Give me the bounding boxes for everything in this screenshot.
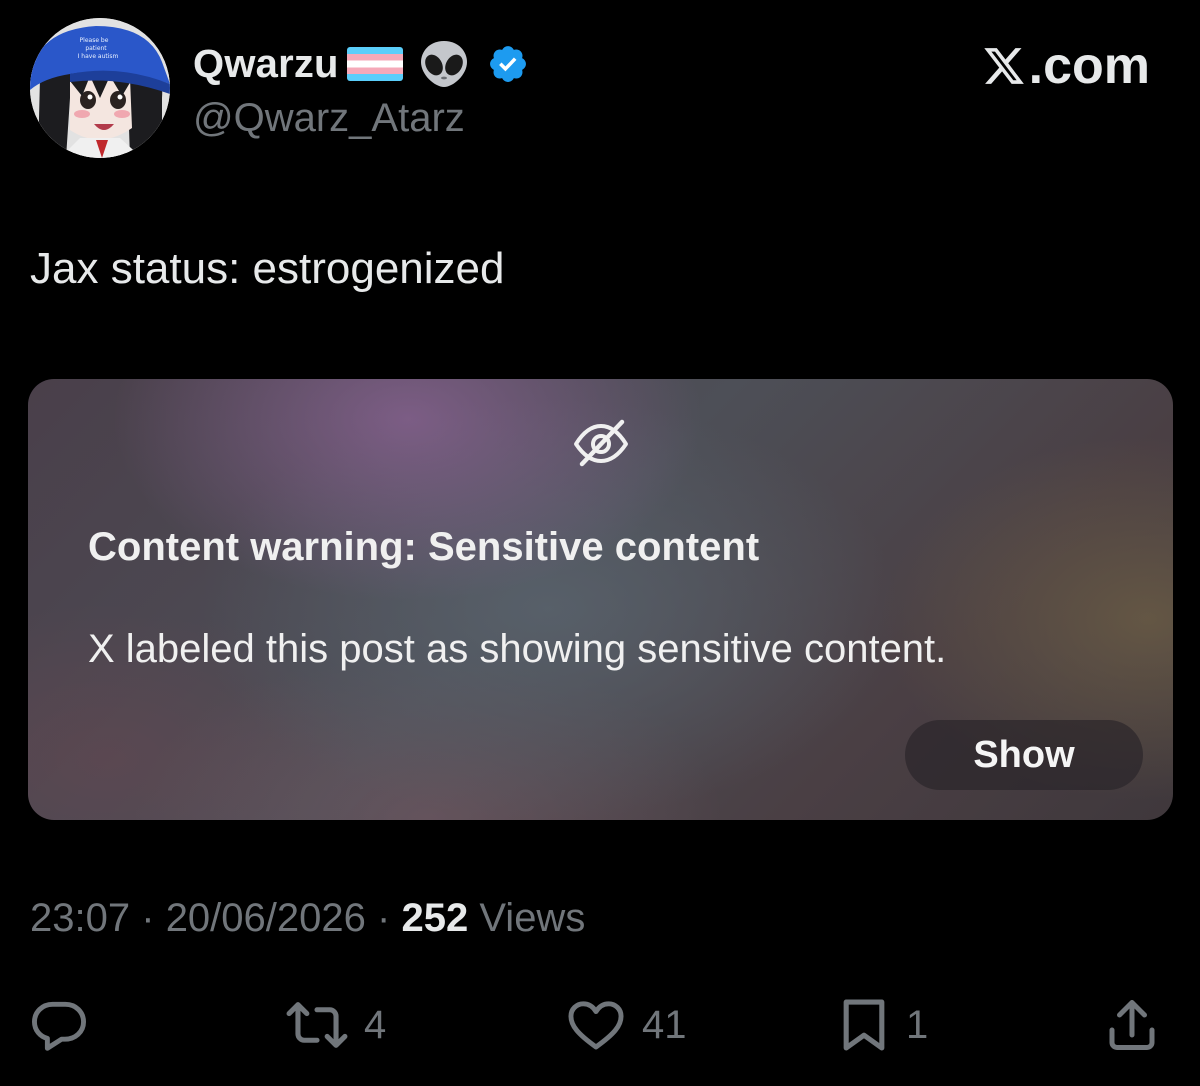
brand-logo: .com [981,36,1150,96]
warning-body: X labeled this post as showing sensitive… [88,627,947,671]
trans-flag-icon [346,47,403,81]
warning-title: Content warning: Sensitive content [88,525,760,569]
repost-button[interactable]: 4 [284,990,386,1060]
avatar-image: Please be patient I have autism [30,18,170,158]
repost-count: 4 [364,1002,387,1047]
like-count: 41 [642,1002,687,1047]
like-button[interactable]: 41 [564,990,687,1060]
x-logo-icon [983,48,1024,84]
heart-icon [568,1001,624,1050]
svg-text:Please be: Please be [80,37,109,44]
brand-domain: .com [1028,37,1150,95]
svg-text:I have autism: I have autism [78,53,119,60]
repost-icon [286,1002,348,1048]
reply-button[interactable] [28,990,90,1060]
tweet-meta: 23:07 · 20/06/2026 · 252 Views [30,896,585,941]
reply-icon [32,1001,86,1051]
meta-separator: · [141,896,155,940]
tweet-screenshot: Please be patient I have autism Qwarzu @… [0,0,1200,1086]
avatar[interactable]: Please be patient I have autism [30,18,170,158]
views-label[interactable]: Views [479,896,585,940]
show-button[interactable]: Show [905,720,1143,790]
tweet-text: Jax status: estrogenized [30,244,505,293]
eye-slash-icon [574,419,628,467]
action-bar: 4 41 1 [0,990,1200,1060]
display-name[interactable]: Qwarzu [193,42,339,87]
tweet-time[interactable]: 23:07 [30,896,130,940]
bookmark-button[interactable]: 1 [836,990,928,1060]
bookmark-count: 1 [906,1002,929,1047]
author-handle[interactable]: @Qwarz_Atarz [193,96,465,141]
tweet-date[interactable]: 20/06/2026 [166,896,366,940]
share-button[interactable] [1102,990,1162,1060]
bookmark-icon [843,999,885,1051]
alien-emoji-icon [420,41,467,87]
meta-separator: · [377,896,391,940]
share-icon [1109,1000,1155,1050]
svg-text:patient: patient [85,45,107,52]
sensitive-media-card: Content warning: Sensitive content X lab… [28,379,1173,820]
author-name-row[interactable]: Qwarzu [193,36,529,92]
verified-badge-icon [489,46,526,82]
views-count[interactable]: 252 [401,896,468,940]
